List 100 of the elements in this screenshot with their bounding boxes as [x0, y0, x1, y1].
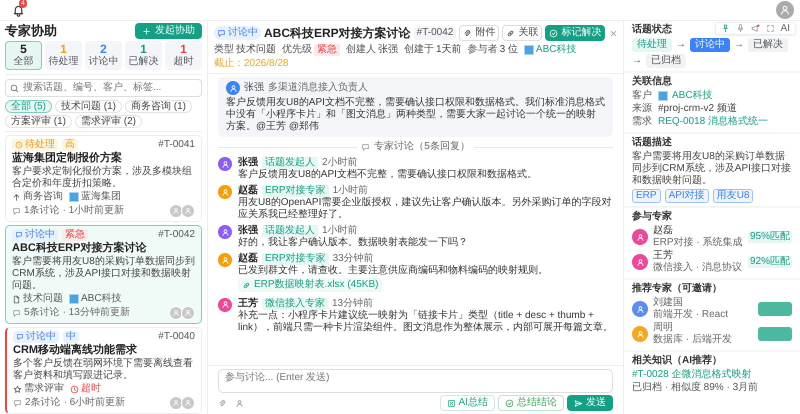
chat-icon [217, 28, 226, 38]
link-button[interactable]: 关联 [502, 25, 542, 41]
field-label: 客户 [632, 90, 653, 102]
microphone-icon[interactable] [736, 24, 745, 33]
meta-value: 3 位 [500, 44, 518, 56]
match-badge: 95%匹配 [748, 231, 792, 243]
reply-text: 好的，我让客户确认版本。数据映射表能发一下吗？ [238, 237, 469, 249]
ai-tool[interactable]: AI [780, 23, 790, 34]
expert-skill: 前端开发 · React [653, 309, 730, 321]
document-icon [12, 294, 21, 304]
status-step: 已解决 [748, 38, 788, 52]
paperclip-icon [463, 28, 472, 38]
topic-tag: 需求评审 [24, 383, 64, 395]
meta-label: 创建于 [404, 44, 434, 56]
reply-count: 1条讨论 [24, 205, 60, 217]
filter-chip[interactable]: 需求评审 (2) [75, 115, 142, 128]
match-badge: 92%匹配 [748, 256, 792, 268]
expert-skill: ERP对接 · 系统集成 [653, 237, 743, 249]
deadline: 截止：2026/8/28 [214, 58, 288, 70]
attachment-button[interactable]: 附件 [459, 25, 500, 41]
author-name: 赵磊 [238, 253, 258, 265]
post-text: 客户反馈用友U8的API文档不完整，需要确认接口权限和数据格式。我们标准消息格式中没有「小程序卡片」和「图文消息」两种类型，需要大家一起讨论一个统一的映射方案。@王芳 @郑伟 [226, 97, 605, 133]
reply-count: 2条讨论 [25, 397, 61, 409]
meta-value: 张强 [378, 44, 398, 56]
section-divider-label: 专家讨论（5条回复） [374, 141, 470, 153]
topic-description: 多个客户反馈在弱网环境下需要离线查看客户资料和填写跟进记录。 [13, 358, 194, 382]
participant-avatar [169, 306, 183, 320]
arrow: → [734, 39, 744, 51]
star-icon [13, 384, 22, 394]
meta-label: 创建人 [346, 44, 376, 56]
thread-title: ABC科技ERP对接方案讨论 [264, 27, 411, 39]
reply-time: 33分钟前 [332, 253, 374, 264]
status-badge: 讨论中 [12, 229, 58, 241]
expert-name: 周明 [653, 322, 674, 334]
pin-icon[interactable] [720, 24, 730, 33]
priority-badge: 高 [62, 139, 78, 151]
chat-icon [361, 142, 370, 152]
topic-card[interactable]: 讨论中 紧急 #T-0042 ABC科技ERP对接方案讨论 客户需要将用友U8的采购订单数据同步到CRM系统，涉及API接口对接和数据映射问题。 技术问题 ABC科技 5条讨论 · 13分钟前更新 [5, 225, 202, 324]
meta-value: 技术问题 [236, 44, 276, 56]
priority-badge: 紧急 [62, 229, 88, 241]
status-stat-tab[interactable]: 1 已解决 [125, 41, 162, 70]
filter-chip[interactable]: 商务咨询 (1) [125, 100, 192, 113]
participant-avatar [181, 306, 195, 320]
status-step: 待处理 [632, 38, 672, 52]
section-title: 话题状态 [632, 24, 672, 36]
author-name: 张强 [238, 157, 258, 168]
field-label: 来源 [632, 103, 653, 115]
comment-icon [12, 206, 21, 216]
chat-icon [15, 231, 23, 239]
status-stat-tab[interactable]: 2 讨论中 [85, 41, 122, 70]
participant-avatar [169, 204, 183, 218]
panel-title: 专家协助 [5, 25, 57, 37]
section-title: 参与专家 [632, 211, 672, 223]
user-avatar[interactable] [776, 1, 794, 19]
updated-time: · 1小时前更新 [62, 205, 124, 217]
expert-name: 刘建国 [653, 297, 684, 308]
section-title: 话题描述 [632, 137, 672, 149]
status-stat-tab[interactable]: 1 待处理 [45, 41, 82, 70]
topic-card[interactable]: 待处理 高 #T-0041 蓝海集团定制报价方案 客户要求定制化报价方案，涉及多模块组合定价和年度折扣策略。 商务咨询 蓝海集团 1条讨论 · 1小时前更新 [5, 135, 202, 222]
knowledge-meta: 已归档 · 相似度 89% · 3月前 [632, 382, 760, 394]
author-name: 赵磊 [238, 185, 258, 197]
paperclip-icon[interactable] [218, 398, 227, 408]
description-text: 客户需要将用友U8的采购订单数据同步到CRM系统，涉及API接口对接和数据映射问题。 [632, 151, 792, 187]
topic-tag: 商务咨询 [23, 191, 63, 203]
crossed-box-icon [446, 398, 456, 408]
filter-chip[interactable]: 方案评审 (1) [5, 115, 72, 128]
role-tag: 话题发起人 [262, 225, 318, 237]
mention-user-icon[interactable] [235, 398, 244, 408]
topic-description: 客户需要将用友U8的采购订单数据同步到CRM系统，涉及API接口对接和数据映射问题。 [12, 256, 195, 292]
reply-time: 13分钟前 [332, 298, 374, 310]
megaphone-icon[interactable] [750, 24, 760, 33]
topic-tag: ABC科技 [81, 293, 122, 305]
status-stat-tab[interactable]: 1 超时 [165, 41, 202, 70]
role-tag: 话题发起人 [262, 157, 318, 169]
notification-bell-icon[interactable] [12, 4, 25, 16]
clock-icon [15, 141, 23, 149]
participant-avatar [169, 396, 183, 410]
expert-name: 王芳 [653, 250, 674, 262]
reply-time: 1小时前 [322, 225, 358, 236]
status-badge: 待处理 [12, 139, 58, 151]
link-icon [242, 280, 251, 290]
search-field[interactable]: 搜索话题、编号、客户、标签... [5, 79, 202, 97]
topic-card[interactable]: 讨论中 中 #T-0040 CRM移动端离线功能需求 多个客户反馈在弱网环境下需要离线查看客户资料和填写跟进记录。 需求评审 超时 2条讨论 · 6小时前更新 [5, 327, 202, 414]
section-title: 关联信息 [632, 76, 672, 88]
filter-chip[interactable]: 技术问题 (1) [55, 100, 122, 113]
expand-icon[interactable] [766, 24, 775, 33]
tag: API对接 [664, 189, 709, 203]
reply-text: 用友U8的OpenAPI需要企业版授权，建议先让客户确认版本。另外采购订单的字段对应关系我已经整理好了。 [238, 197, 612, 221]
priority-badge: 紧急 [314, 44, 340, 56]
close-icon[interactable] [609, 28, 618, 38]
status-badge: 讨论中 [13, 331, 59, 343]
section-title: 推荐专家（可邀请） [632, 283, 722, 295]
author-name: 张强 [238, 225, 258, 237]
status-stat-tab[interactable]: 5 全部 [5, 41, 42, 70]
link-icon [506, 28, 516, 38]
search-icon [10, 84, 19, 93]
reply-input[interactable]: 参与讨论... (Enter 发送) [218, 369, 613, 393]
author-name: 张强 [244, 82, 264, 94]
reply-count: 5条讨论 [24, 307, 60, 319]
topic-id: #T-0042 [158, 229, 195, 241]
